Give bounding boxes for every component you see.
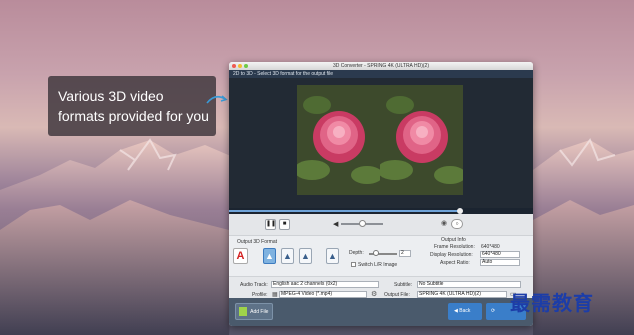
- volume-slider[interactable]: [341, 220, 383, 227]
- callout-arrow-icon: [206, 95, 228, 104]
- add-file-label: Add File: [250, 309, 269, 315]
- step-header: 2D to 3D - Select 3D format for the outp…: [229, 70, 533, 78]
- aspect-ratio-label: Aspect Ratio:: [440, 260, 470, 266]
- side-by-side-format-button[interactable]: ▲: [263, 248, 276, 264]
- app-window: 3D Converter - SPRING 4K (ULTRA HD)(2) 2…: [229, 62, 533, 326]
- switch-lr-label: Switch L/R Image: [358, 262, 398, 268]
- volume-icon: ◀: [333, 221, 339, 228]
- watermark-logo: 最需教育: [510, 291, 594, 315]
- audio-track-select[interactable]: English aac 2 channels (0x2): [271, 281, 379, 288]
- video-preview: [229, 78, 533, 208]
- depth-handle[interactable]: [373, 250, 379, 256]
- top-bottom-format-button[interactable]: ▲: [281, 248, 294, 264]
- title-bar: 3D Converter - SPRING 4K (ULTRA HD)(2): [229, 62, 533, 70]
- aspect-ratio-select[interactable]: Auto: [480, 259, 520, 266]
- snapshot-toggle[interactable]: ○: [451, 219, 463, 229]
- subtitle-select[interactable]: No Subtitle: [417, 281, 521, 288]
- switch-lr-checkbox[interactable]: [351, 262, 356, 267]
- footer-bar: Add File ◀ Back ⟳: [229, 298, 533, 326]
- snapshot-icon[interactable]: ◉: [441, 219, 451, 229]
- feature-callout: Various 3D video formats provided for yo…: [48, 76, 216, 136]
- depth-slider[interactable]: [369, 250, 397, 256]
- output-file-field[interactable]: SPRING 4K (ULTRA HD)(2): [417, 291, 507, 298]
- back-label: Back: [459, 308, 471, 314]
- callout-line-1: Various 3D video: [58, 88, 164, 104]
- left-eye-image: [297, 85, 380, 195]
- half-top-format-button[interactable]: ▲: [326, 248, 339, 264]
- seek-progress: [229, 210, 459, 212]
- convert-icon: ⟳: [491, 308, 496, 314]
- volume-handle[interactable]: [359, 220, 366, 227]
- pause-button[interactable]: ❚❚: [265, 219, 276, 230]
- window-title: 3D Converter - SPRING 4K (ULTRA HD)(2): [332, 63, 430, 69]
- output-format-label: Output 3D Format: [237, 239, 278, 245]
- window-controls: [232, 64, 248, 68]
- subtitle-label: Subtitle:: [394, 282, 413, 288]
- back-button[interactable]: ◀ Back: [448, 303, 482, 320]
- close-window-button[interactable]: [232, 64, 236, 68]
- add-file-button[interactable]: Add File: [235, 303, 273, 320]
- format-section: Output 3D Format A ▲ ▲ ▲ ▲ Depth: 2 Swit…: [229, 236, 533, 276]
- frame-resolution-label: Frame Resolution:: [434, 244, 475, 250]
- right-eye-image: [380, 85, 463, 195]
- anaglyph-format-button[interactable]: A: [233, 248, 248, 264]
- audio-track-label: Audio Track:: [240, 282, 268, 288]
- half-side-format-button[interactable]: ▲: [299, 248, 312, 264]
- depth-input[interactable]: 2: [399, 250, 411, 257]
- playback-controls: ❚❚ ■ ◀ ◉ ○: [229, 214, 533, 236]
- profile-settings-icon[interactable]: ⚙: [371, 290, 377, 298]
- depth-label: Depth:: [349, 250, 364, 256]
- minimize-window-button[interactable]: [238, 64, 242, 68]
- profile-icon: ▦: [272, 292, 278, 298]
- stop-button[interactable]: ■: [279, 219, 290, 230]
- output-info-label: Output Info: [441, 237, 466, 243]
- display-resolution-label: Display Resolution:: [430, 252, 473, 258]
- stop-icon: ■: [282, 221, 287, 227]
- profile-select[interactable]: MPEG-4 Video (*.mp4): [279, 291, 367, 298]
- zoom-window-button[interactable]: [244, 64, 248, 68]
- display-resolution-select[interactable]: 640*480: [480, 251, 520, 258]
- pause-icon: ❚❚: [266, 221, 277, 227]
- callout-line-2: formats provided for you: [58, 108, 209, 124]
- preview-frame: [297, 85, 463, 195]
- frame-resolution-value: 640*480: [481, 244, 500, 250]
- add-file-icon: [239, 307, 247, 317]
